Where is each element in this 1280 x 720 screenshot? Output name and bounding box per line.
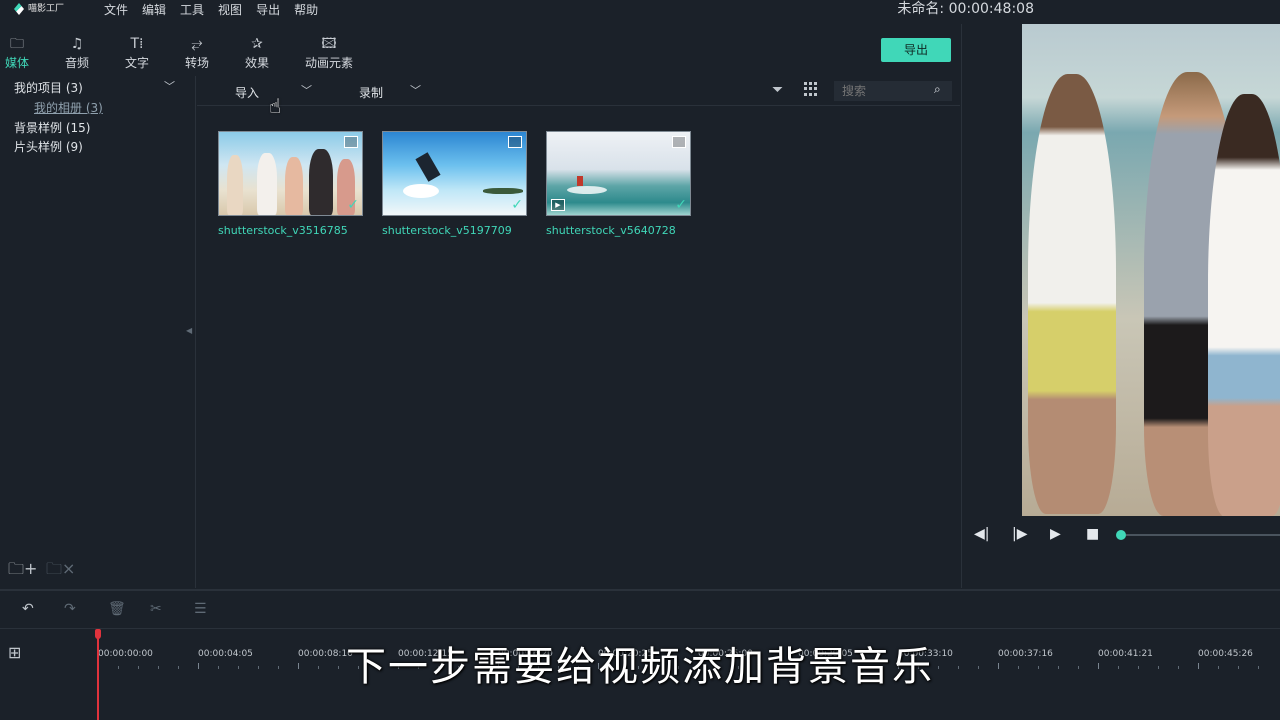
tab-transition[interactable]: ⥂ 转场 [174, 34, 220, 71]
playback-progress-bar[interactable] [1126, 534, 1280, 536]
video-type-icon [344, 136, 358, 148]
folder-icon: 🗀 [10, 36, 24, 52]
menu-help[interactable]: 帮助 [294, 1, 318, 18]
import-button[interactable]: 导入 [235, 84, 259, 101]
tool-tabs: 🗀 媒体 ♫ 音频 T⁞ 文字 ⥂ 转场 ✰ 效果 🖾 动画元素 [0, 24, 960, 74]
menu-export[interactable]: 导出 [256, 1, 280, 18]
delete-folder-icon[interactable]: 🗀× [46, 558, 75, 585]
menu-file[interactable]: 文件 [104, 1, 128, 18]
image-icon: 🖾 [321, 36, 337, 52]
media-clip-2[interactable]: ✓ shutterstock_v5197709 [382, 131, 527, 237]
tab-text[interactable]: T⁞ 文字 [114, 34, 160, 71]
text-icon: T⁞ [130, 36, 144, 52]
preview-panel: ◀| |▶ ▶ ■ [961, 24, 1280, 588]
checkmark-icon: ✓ [675, 197, 687, 213]
tab-effects[interactable]: ✰ 效果 [234, 34, 280, 71]
redo-icon[interactable]: ↷ [64, 601, 76, 617]
logo-text: 喵影工厂 [28, 3, 65, 14]
sidebar-item-my-project[interactable]: 我的项目 (3) [14, 79, 83, 96]
mouse-pointer-icon: ☝ [269, 94, 282, 118]
previous-frame-icon[interactable]: ◀| [974, 526, 989, 542]
menu-tools[interactable]: 工具 [180, 1, 204, 18]
record-button[interactable]: 录制 [359, 84, 383, 101]
tab-transition-label: 转场 [184, 56, 209, 70]
tab-elements[interactable]: 🖾 动画元素 [300, 34, 358, 71]
delete-icon[interactable]: 🗑 [108, 601, 126, 617]
menu-view[interactable]: 视图 [218, 1, 242, 18]
transition-icon: ⥂ [191, 36, 203, 52]
video-subtitle: 下一步需要给视频添加背景音乐 [346, 644, 934, 690]
project-title: 未命名: 00:00:48:08 [897, 1, 1034, 17]
tab-elements-label: 动画元素 [304, 56, 353, 70]
media-clip-3[interactable]: ▶ ✓ shutterstock_v5640728 [546, 131, 691, 237]
app-logo: 喵影工厂 [14, 0, 74, 18]
clip-name: shutterstock_v3516785 [218, 224, 348, 237]
tab-audio-label: 音频 [64, 56, 89, 70]
import-dropdown-chevron-icon[interactable]: ﹀ [301, 82, 312, 98]
sidebar-item-background-samples[interactable]: 背景样例 (15) [14, 119, 90, 136]
undo-icon[interactable]: ↶ [22, 601, 34, 617]
export-button[interactable]: 导出 [881, 38, 951, 62]
tab-effects-label: 效果 [244, 56, 269, 70]
video-type-icon [672, 136, 686, 148]
record-dropdown-chevron-icon[interactable]: ﹀ [410, 82, 421, 98]
stop-icon[interactable]: ■ [1086, 526, 1099, 542]
clip-thumbnail-surfing[interactable]: ▶ ✓ [546, 131, 691, 216]
media-library: 导入 ﹀ 录制 ﹀ ⏷ ⌕ ✓ shutterstock_v3516785 [197, 76, 960, 588]
new-folder-icon[interactable]: 🗀+ [8, 558, 37, 585]
play-preview-icon: ▶ [551, 199, 565, 211]
timeline-toolbar: ↶ ↷ 🗑 ✂ ☰ [0, 591, 1280, 629]
clip-name: shutterstock_v5640728 [546, 224, 676, 237]
preview-video [1022, 24, 1280, 516]
clip-thumbnail-kitesurf[interactable]: ✓ [382, 131, 527, 216]
checkmark-icon: ✓ [347, 197, 359, 213]
step-forward-icon[interactable]: |▶ [1012, 526, 1027, 542]
tab-media-label: 媒体 [4, 56, 29, 70]
media-sidebar: 我的项目 (3) 我的相册 (3) 背景样例 (15) 片头样例 (9) ﹀ ◀… [0, 76, 196, 588]
sidebar-item-intro-samples[interactable]: 片头样例 (9) [14, 138, 83, 155]
tab-audio[interactable]: ♫ 音频 [54, 34, 100, 71]
video-editor-window: 喵影工厂 文件 编辑 工具 视图 导出 帮助 未命名: 00:00:48:08 … [0, 0, 1280, 720]
menubar: 喵影工厂 文件 编辑 工具 视图 导出 帮助 未命名: 00:00:48:08 [0, 0, 1280, 20]
media-toolbar: 导入 ﹀ 录制 ﹀ ⏷ ⌕ [197, 76, 960, 106]
play-icon[interactable]: ▶ [1050, 526, 1061, 542]
menu-edit[interactable]: 编辑 [142, 1, 166, 18]
logo-mark-icon [14, 3, 24, 15]
tab-text-label: 文字 [124, 56, 149, 70]
adjust-icon[interactable]: ☰ [194, 601, 207, 617]
grid-view-icon[interactable] [804, 82, 818, 96]
search-icon[interactable]: ⌕ [934, 82, 941, 97]
sidebar-item-my-album[interactable]: 我的相册 (3) [34, 99, 103, 116]
effects-icon: ✰ [251, 36, 263, 52]
music-note-icon: ♫ [70, 36, 84, 52]
filter-icon[interactable]: ⏷ [772, 82, 783, 98]
menu-items: 文件 编辑 工具 视图 导出 帮助 [104, 0, 318, 18]
clip-name: shutterstock_v5197709 [382, 224, 512, 237]
checkmark-icon: ✓ [511, 197, 523, 213]
playback-progress-handle[interactable] [1116, 530, 1126, 540]
media-clip-1[interactable]: ✓ shutterstock_v3516785 [218, 131, 363, 237]
collapse-arrow-icon[interactable]: ◀ [186, 326, 192, 335]
playback-controls: ◀| |▶ ▶ ■ [962, 524, 1280, 548]
video-type-icon [508, 136, 522, 148]
chevron-down-icon[interactable]: ﹀ [164, 78, 175, 94]
clip-thumbnail-beach-party[interactable]: ✓ [218, 131, 363, 216]
cut-icon[interactable]: ✂ [150, 601, 162, 617]
tab-media[interactable]: 🗀 媒体 [0, 34, 40, 71]
